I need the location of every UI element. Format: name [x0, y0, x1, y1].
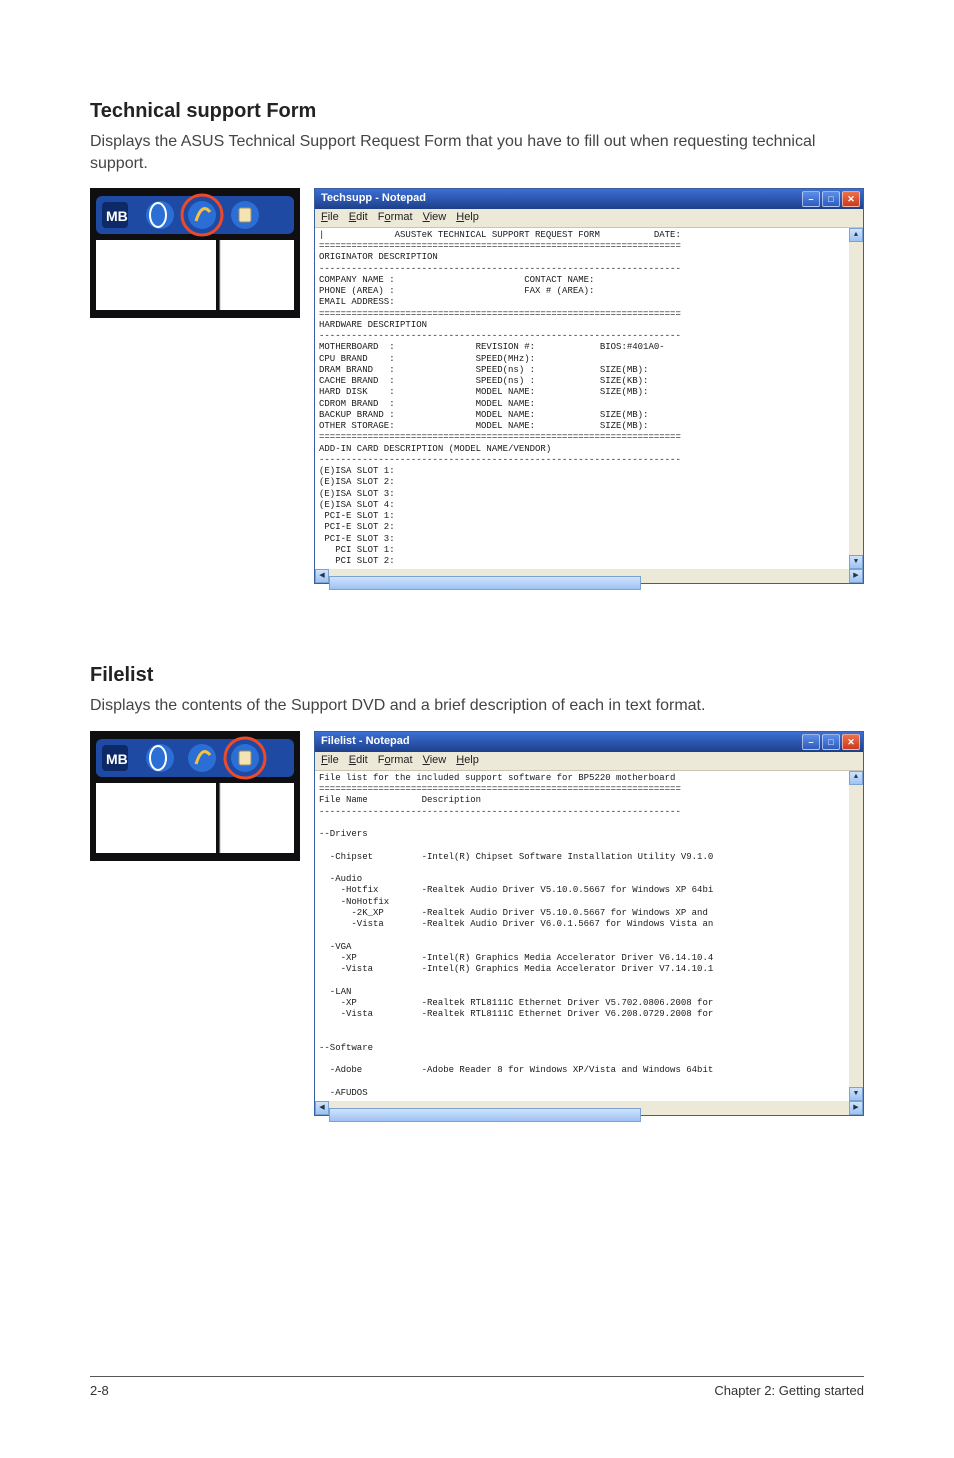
maximize-button[interactable]: □ — [822, 734, 840, 750]
horizontal-scrollbar[interactable]: ◀ ▶ — [315, 569, 863, 583]
menu-format[interactable]: Format — [378, 754, 413, 768]
page-number: 2-8 — [90, 1383, 109, 1398]
scroll-left-icon[interactable]: ◀ — [315, 569, 329, 583]
titlebar[interactable]: Techsupp - Notepad – □ ✕ — [315, 189, 863, 209]
heading-filelist: Filelist — [90, 664, 864, 687]
menu-edit[interactable]: Edit — [349, 211, 368, 225]
hscroll-thumb[interactable] — [329, 576, 641, 590]
driver-dvd-thumbnail: MB — [90, 731, 300, 861]
titlebar[interactable]: Filelist - Notepad – □ ✕ — [315, 732, 863, 752]
notepad-text[interactable]: | ASUSTeK TECHNICAL SUPPORT REQUEST FORM… — [315, 228, 863, 570]
desc-techsupp: Displays the ASUS Technical Support Requ… — [90, 131, 864, 174]
techsupp-notepad-window: Techsupp - Notepad – □ ✕ File Edit Forma… — [314, 188, 864, 584]
menubar: File Edit Format View Help — [315, 752, 863, 771]
minimize-button[interactable]: – — [802, 734, 820, 750]
scroll-right-icon[interactable]: ▶ — [849, 569, 863, 583]
footer-divider — [90, 1376, 864, 1377]
notepad-text[interactable]: File list for the included support softw… — [315, 771, 863, 1101]
menu-file[interactable]: File — [321, 754, 339, 768]
minimize-button[interactable]: – — [802, 191, 820, 207]
vertical-scrollbar[interactable]: ▲ ▼ — [849, 771, 863, 1101]
menu-view[interactable]: View — [423, 754, 447, 768]
desc-filelist: Displays the contents of the Support DVD… — [90, 695, 864, 717]
scroll-up-icon[interactable]: ▲ — [849, 228, 863, 242]
close-button[interactable]: ✕ — [842, 734, 860, 750]
close-button[interactable]: ✕ — [842, 191, 860, 207]
chapter-label: Chapter 2: Getting started — [714, 1383, 864, 1398]
section-technical-support-form: Technical support Form Displays the ASUS… — [90, 100, 864, 584]
scroll-down-icon[interactable]: ▼ — [849, 555, 863, 569]
scroll-right-icon[interactable]: ▶ — [849, 1101, 863, 1115]
heading-techsupp: Technical support Form — [90, 100, 864, 123]
horizontal-scrollbar[interactable]: ◀ ▶ — [315, 1101, 863, 1115]
section-filelist: Filelist Displays the contents of the Su… — [90, 664, 864, 1116]
driver-dvd-thumbnail: MB — [90, 188, 300, 318]
menu-file[interactable]: File — [321, 211, 339, 225]
menu-help[interactable]: Help — [456, 211, 479, 225]
scroll-left-icon[interactable]: ◀ — [315, 1101, 329, 1115]
scroll-up-icon[interactable]: ▲ — [849, 771, 863, 785]
svg-text:MB: MB — [106, 751, 128, 767]
hscroll-thumb[interactable] — [329, 1108, 641, 1122]
page-footer: 2-8 Chapter 2: Getting started — [90, 1383, 864, 1418]
window-title: Techsupp - Notepad — [321, 192, 800, 206]
svg-text:MB: MB — [106, 208, 128, 224]
menu-format[interactable]: Format — [378, 211, 413, 225]
menu-view[interactable]: View — [423, 211, 447, 225]
scroll-down-icon[interactable]: ▼ — [849, 1087, 863, 1101]
menu-help[interactable]: Help — [456, 754, 479, 768]
vertical-scrollbar[interactable]: ▲ ▼ — [849, 228, 863, 570]
filelist-notepad-window: Filelist - Notepad – □ ✕ File Edit Forma… — [314, 731, 864, 1116]
menu-edit[interactable]: Edit — [349, 754, 368, 768]
menubar: File Edit Format View Help — [315, 209, 863, 228]
maximize-button[interactable]: □ — [822, 191, 840, 207]
window-title: Filelist - Notepad — [321, 735, 800, 749]
